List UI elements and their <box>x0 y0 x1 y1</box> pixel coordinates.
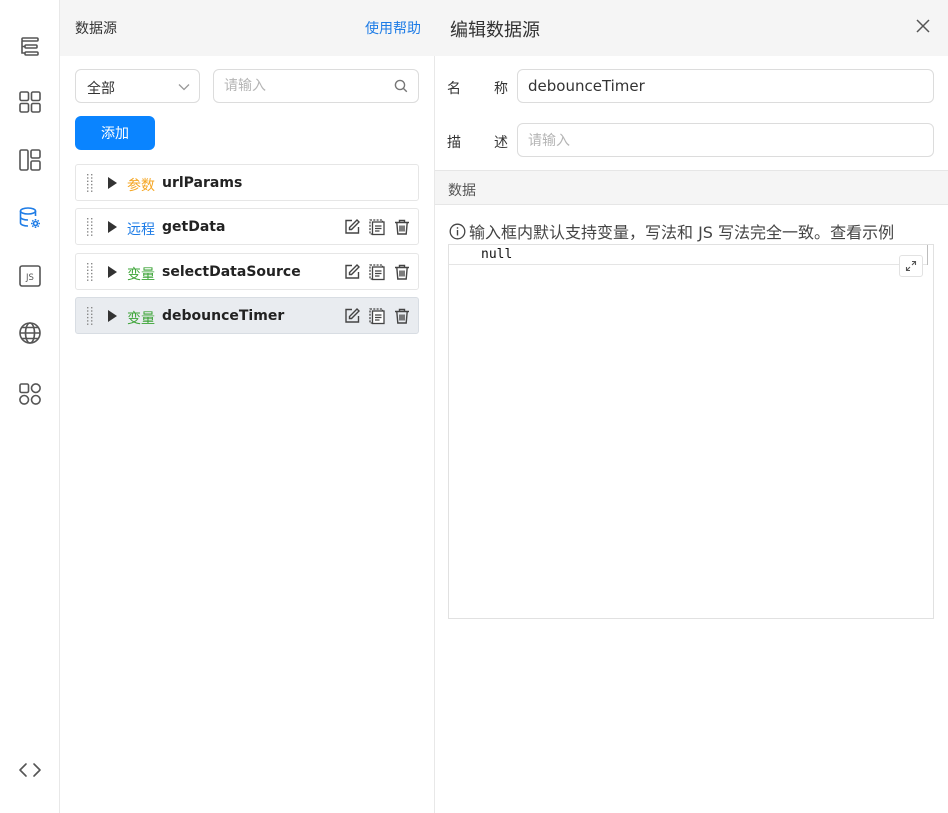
drag-handle-icon[interactable] <box>86 262 94 286</box>
desc-label-char-2: 述 <box>494 135 508 151</box>
page-layout-icon[interactable] <box>17 147 43 173</box>
copy-icon[interactable] <box>368 263 386 281</box>
datasource-actions <box>343 307 411 325</box>
globe-icon[interactable] <box>17 320 43 346</box>
components-grid-icon[interactable] <box>17 89 43 115</box>
datasource-item[interactable]: 远程 getData <box>75 208 419 245</box>
delete-icon[interactable] <box>393 218 411 236</box>
expand-editor-button[interactable] <box>899 255 923 277</box>
variable-hint: 输入框内默认支持变量，写法和 JS 写法完全一致。 查看示例 <box>449 219 894 243</box>
datasource-name: selectDataSource <box>162 264 301 280</box>
name-label-char-1: 名 <box>447 81 461 97</box>
expand-caret-icon[interactable] <box>108 266 117 278</box>
code-text: null <box>481 247 513 262</box>
datasource-name: getData <box>162 219 226 235</box>
chevron-down-icon <box>177 80 191 98</box>
search-icon[interactable] <box>394 79 408 97</box>
code-brackets-icon[interactable] <box>17 757 43 783</box>
svg-text:JS: JS <box>25 273 34 283</box>
datasource-actions <box>343 218 411 236</box>
edit-icon[interactable] <box>343 263 361 281</box>
datasource-type-tag: 参数 <box>127 178 155 194</box>
expand-caret-icon[interactable] <box>108 221 117 233</box>
data-code-editor[interactable]: null <box>448 244 934 619</box>
datasource-type-tag: 变量 <box>127 311 155 327</box>
hint-text: 输入框内默认支持变量，写法和 JS 写法完全一致。 <box>469 223 831 242</box>
datasource-item[interactable]: 变量 selectDataSource <box>75 253 419 290</box>
js-script-icon[interactable]: JS <box>17 263 43 289</box>
datasource-type-tag: 远程 <box>127 222 155 238</box>
desc-label-char-1: 描 <box>447 135 461 151</box>
datasource-search[interactable] <box>213 69 419 103</box>
edit-icon[interactable] <box>343 218 361 236</box>
datasource-item[interactable]: 变量 debounceTimer <box>75 297 419 334</box>
datasource-panel-title: 数据源 <box>75 21 117 37</box>
expand-caret-icon[interactable] <box>108 177 117 189</box>
description-field[interactable] <box>517 123 934 157</box>
drag-handle-icon[interactable] <box>86 173 94 197</box>
datasource-panel: 数据源 使用帮助 全部 添加 参数 urlParams 远程 getData 变量 sel… <box>60 0 435 813</box>
type-filter-value: 全部 <box>87 81 115 97</box>
datasource-item[interactable]: 参数 urlParams <box>75 164 419 201</box>
add-datasource-button[interactable]: 添加 <box>75 116 155 150</box>
datasource-name: urlParams <box>162 175 243 191</box>
data-section-header: 数据 <box>435 170 948 205</box>
plugins-icon[interactable] <box>17 381 43 407</box>
editor-title: 编辑数据源 <box>450 20 540 41</box>
datasource-name: debounceTimer <box>162 308 285 324</box>
expand-icon <box>905 260 917 272</box>
info-icon <box>449 223 466 239</box>
datasource-type-tag: 变量 <box>127 267 155 283</box>
datasource-actions <box>343 263 411 281</box>
drag-handle-icon[interactable] <box>86 306 94 330</box>
close-icon[interactable] <box>914 17 932 35</box>
datasource-settings-icon[interactable] <box>17 205 43 231</box>
name-field[interactable] <box>517 69 934 103</box>
code-line[interactable]: null <box>449 245 929 265</box>
view-example-link[interactable]: 查看示例 <box>830 219 894 243</box>
name-label-char-2: 称 <box>494 81 508 97</box>
data-section-title: 数据 <box>448 183 476 199</box>
type-filter-select[interactable]: 全部 <box>75 69 200 103</box>
editor-header: 编辑数据源 <box>435 0 948 56</box>
drag-handle-icon[interactable] <box>86 217 94 241</box>
edit-icon[interactable] <box>343 307 361 325</box>
outline-tree-icon[interactable] <box>17 33 43 59</box>
help-link[interactable]: 使用帮助 <box>365 18 421 38</box>
edit-datasource-panel: 编辑数据源 名 称 描 述 数据 输入框内默认支持变量，写法和 JS 写法完全一… <box>435 0 948 813</box>
code-scrollbar[interactable] <box>927 245 933 265</box>
delete-icon[interactable] <box>393 263 411 281</box>
icon-sidebar: JS <box>0 0 60 813</box>
search-input[interactable] <box>224 77 384 95</box>
delete-icon[interactable] <box>393 307 411 325</box>
copy-icon[interactable] <box>368 307 386 325</box>
datasource-panel-header: 数据源 使用帮助 <box>60 0 435 56</box>
expand-caret-icon[interactable] <box>108 310 117 322</box>
copy-icon[interactable] <box>368 218 386 236</box>
